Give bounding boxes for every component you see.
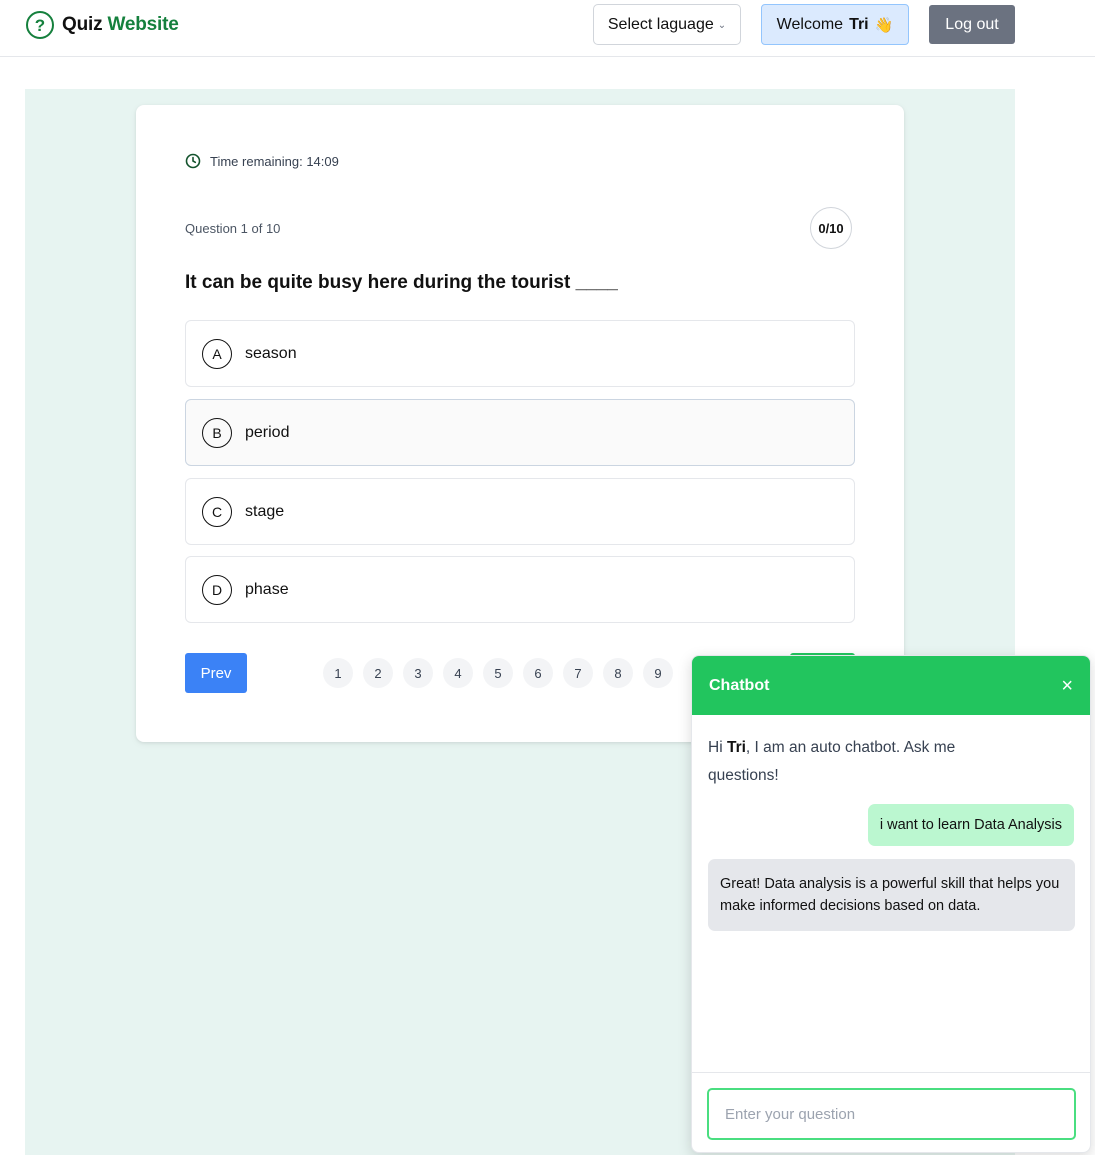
question-text: It can be quite busy here during the tou… <box>185 272 618 293</box>
chevron-down-icon: ⌄ <box>717 20 727 31</box>
page-button-6[interactable]: 6 <box>523 658 553 688</box>
prev-button[interactable]: Prev <box>185 653 247 693</box>
page-button-3[interactable]: 3 <box>403 658 433 688</box>
greeting-username: Tri <box>726 739 746 756</box>
question-pagination: 1 2 3 4 5 6 7 8 9 <box>323 658 673 688</box>
bot-greeting: Hi Tri, I am an auto chatbot. Ask me que… <box>708 739 956 784</box>
page-button-8[interactable]: 8 <box>603 658 633 688</box>
welcome-username: Tri <box>849 15 869 33</box>
bot-message: Great! Data analysis is a powerful skill… <box>708 859 1075 931</box>
question-counter: Question 1 of 10 <box>185 221 281 236</box>
option-text: season <box>245 344 297 362</box>
option-letter: B <box>202 417 232 448</box>
option-c[interactable]: C stage <box>185 478 855 545</box>
option-letter: A <box>202 338 232 369</box>
option-b[interactable]: B period <box>185 399 855 466</box>
option-text: stage <box>245 502 285 520</box>
chat-question-input[interactable] <box>707 1088 1076 1140</box>
page-button-1[interactable]: 1 <box>323 658 353 688</box>
chatbot-footer <box>692 1072 1090 1152</box>
welcome-badge[interactable]: Welcome Tri 👋 <box>761 4 909 45</box>
timer: Time remaining: 14:09 <box>185 153 339 169</box>
score-badge: 0/10 <box>810 207 852 249</box>
welcome-prefix: Welcome <box>776 15 844 33</box>
brand-logo[interactable]: ? Quiz Website <box>26 11 179 39</box>
language-select-label: Select laguage <box>607 15 714 33</box>
timer-label: Time remaining: 14:09 <box>210 153 339 169</box>
close-icon[interactable]: × <box>1061 676 1073 696</box>
brand-name: Quiz Website <box>62 14 179 35</box>
chatbot-header: Chatbot × <box>692 656 1090 715</box>
wave-hand-icon: 👋 <box>874 16 894 34</box>
page-button-9[interactable]: 9 <box>643 658 673 688</box>
chatbot-title: Chatbot <box>709 676 770 694</box>
user-message: i want to learn Data Analysis <box>867 804 1074 846</box>
top-navbar: ? Quiz Website Select laguage ⌄ Welcome … <box>0 0 1095 57</box>
option-letter: C <box>202 496 232 527</box>
chatbot-panel: Chatbot × Hi Tri, I am an auto chatbot. … <box>691 655 1091 1153</box>
option-d[interactable]: D phase <box>185 556 855 623</box>
logout-button[interactable]: Log out <box>929 5 1015 44</box>
question-circle-icon: ? <box>26 11 54 39</box>
page-button-5[interactable]: 5 <box>483 658 513 688</box>
page-button-4[interactable]: 4 <box>443 658 473 688</box>
option-text: phase <box>245 580 289 598</box>
page-button-2[interactable]: 2 <box>363 658 393 688</box>
clock-icon <box>185 153 201 169</box>
page-button-7[interactable]: 7 <box>563 658 593 688</box>
quiz-card: Time remaining: 14:09 Question 1 of 10 0… <box>136 105 904 742</box>
option-text: period <box>245 423 290 441</box>
option-a[interactable]: A season <box>185 320 855 387</box>
option-letter: D <box>202 574 232 605</box>
language-select[interactable]: Select laguage ⌄ <box>593 4 741 45</box>
